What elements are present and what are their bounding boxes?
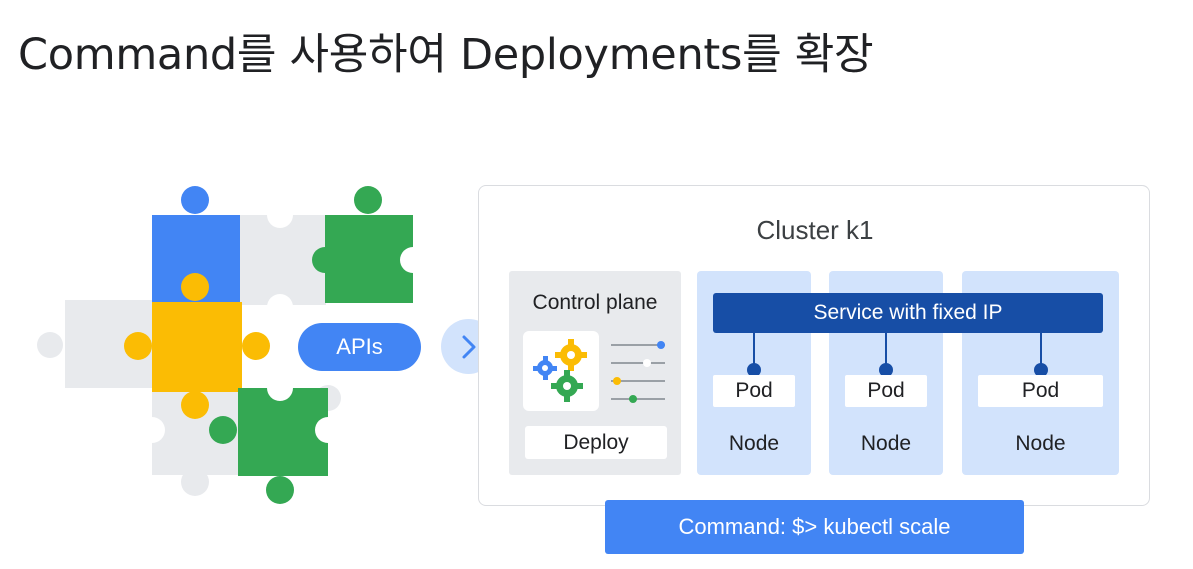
node-1-label: Node <box>728 432 780 455</box>
command-bar: Command: $> kubectl scale <box>605 500 1024 554</box>
deploy-label: Deploy <box>525 426 667 459</box>
gears-icon <box>523 331 599 411</box>
node-2-label: Node <box>860 432 912 455</box>
slide-title: Command를 사용하여 Deployments를 확장 <box>18 30 874 80</box>
service-bar: Service with fixed IP <box>713 293 1103 333</box>
cluster-box: Cluster k1 Control plane Deploy Pod Node… <box>478 185 1150 506</box>
control-plane-title: Control plane <box>532 291 658 314</box>
node-3-pod: Pod <box>978 375 1103 407</box>
node-1-pod: Pod <box>713 375 795 407</box>
apis-badge: APIs <box>298 323 421 371</box>
cluster-title: Cluster k1 <box>756 215 874 245</box>
control-plane: Control plane Deploy <box>509 271 681 475</box>
node-3-label: Node <box>1015 432 1066 455</box>
sliders-icon <box>609 335 669 405</box>
node-2-pod: Pod <box>845 375 927 407</box>
